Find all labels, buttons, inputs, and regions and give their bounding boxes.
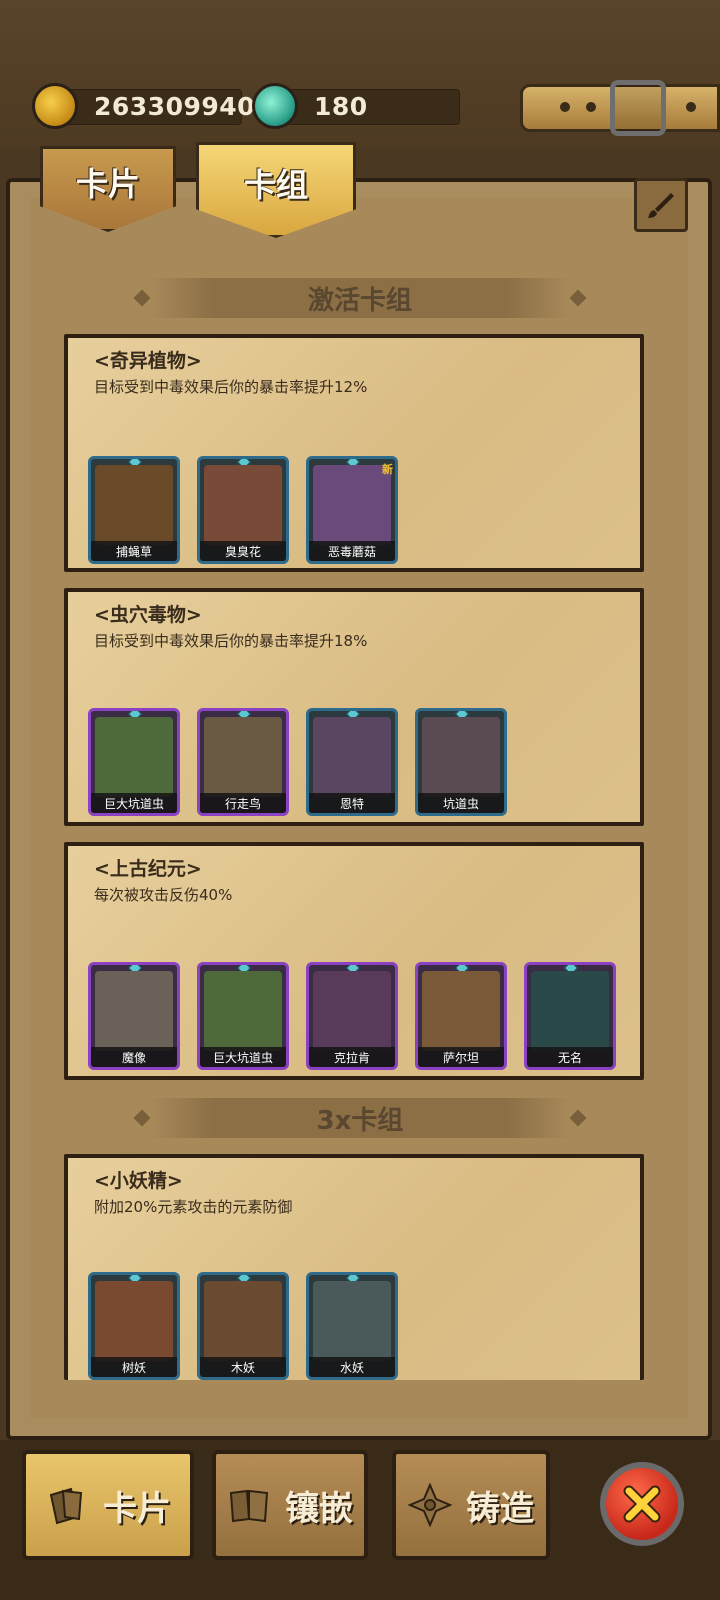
deck-panel: <小妖精> 附加20%元素攻击的元素防御 树妖 木妖 水妖 (64, 1154, 644, 1380)
close-x-icon (623, 1485, 661, 1523)
card-name: 克拉肯 (309, 1047, 395, 1067)
top-bar: 263309940 180 (0, 0, 720, 150)
card-art (95, 465, 173, 545)
belt-hole (686, 102, 696, 112)
deck-title: <奇异植物> (94, 350, 202, 372)
tab-cards-label: 卡片 (75, 165, 140, 203)
card[interactable]: 巨大坑道虫 (88, 708, 180, 816)
card[interactable]: 水妖 (306, 1272, 398, 1380)
card-art (204, 465, 282, 545)
gold-value: 263309940 (94, 91, 256, 121)
card[interactable]: 恩特 (306, 708, 398, 816)
deck-description: 每次被攻击反伤40% (94, 886, 233, 904)
card-name: 树妖 (91, 1357, 177, 1377)
deck-description: 目标受到中毒效果后你的暴击率提升12% (94, 378, 368, 396)
nav-forge-label: 铸造 (466, 1488, 534, 1529)
card[interactable]: 捕蝇草 (88, 456, 180, 564)
card-art (204, 1281, 282, 1361)
nav-forge-button[interactable]: 铸造 (392, 1450, 550, 1560)
card-row: 魔像 巨大坑道虫 克拉肯 萨尔坦 无名 (88, 962, 616, 1070)
card-art (95, 717, 173, 797)
deck-panel: <上古纪元> 每次被攻击反伤40% 魔像 巨大坑道虫 克拉肯 萨尔坦 无名 (64, 842, 644, 1080)
belt-decoration (490, 80, 720, 136)
nav-cards-button[interactable]: 卡片 (22, 1450, 194, 1560)
card-name: 巨大坑道虫 (200, 1047, 286, 1067)
card[interactable]: 巨大坑道虫 (197, 962, 289, 1070)
card-name: 捕蝇草 (91, 541, 177, 561)
card-art (313, 971, 391, 1051)
tab-decks-label: 卡组 (243, 166, 308, 204)
gem-value: 180 (314, 91, 368, 121)
card-name: 木妖 (200, 1357, 286, 1377)
card[interactable]: 行走鸟 (197, 708, 289, 816)
card-art (422, 971, 500, 1051)
card[interactable]: 魔像 (88, 962, 180, 1070)
card[interactable]: 新 恶毒蘑菇 (306, 456, 398, 564)
card[interactable]: 木妖 (197, 1272, 289, 1380)
card-art (204, 717, 282, 797)
section-triple-decks: 3x卡组 (133, 1098, 587, 1138)
card-name: 魔像 (91, 1047, 177, 1067)
section-triple-label: 3x卡组 (316, 1105, 404, 1136)
card-art (313, 465, 391, 545)
card-name: 萨尔坦 (418, 1047, 504, 1067)
belt-buckle (610, 80, 666, 136)
card-art (204, 971, 282, 1051)
card[interactable]: 树妖 (88, 1272, 180, 1380)
card-art (95, 1281, 173, 1361)
belt-hole (586, 102, 596, 112)
close-button[interactable] (600, 1462, 684, 1546)
card[interactable]: 臭臭花 (197, 456, 289, 564)
card-row: 巨大坑道虫 行走鸟 恩特 坑道虫 (88, 708, 507, 816)
card[interactable]: 坑道虫 (415, 708, 507, 816)
cards-icon (49, 1487, 83, 1525)
card-art (313, 1281, 391, 1361)
deck-title: <虫穴毒物> (94, 604, 202, 626)
deck-title: <小妖精> (94, 1170, 183, 1192)
section-active-label: 激活卡组 (307, 285, 412, 316)
gold-coin-icon (32, 83, 78, 129)
card-row: 捕蝇草 臭臭花 新 恶毒蘑菇 (88, 456, 398, 564)
card-name: 无名 (527, 1047, 613, 1067)
gold-resource: 263309940 (32, 83, 256, 129)
nav-cards-label: 卡片 (103, 1488, 171, 1529)
nav-inlay-label: 镶嵌 (285, 1488, 353, 1529)
nav-inlay-button[interactable]: 镶嵌 (212, 1450, 368, 1560)
card-name: 巨大坑道虫 (91, 793, 177, 813)
section-active-decks: 激活卡组 (133, 278, 587, 318)
belt-hole (560, 102, 570, 112)
deck-description: 目标受到中毒效果后你的暴击率提升18% (94, 632, 368, 650)
card-name: 恩特 (309, 793, 395, 813)
deck-panel: <奇异植物> 目标受到中毒效果后你的暴击率提升12% 捕蝇草 臭臭花 新 恶毒蘑… (64, 334, 644, 572)
inlay-book-icon (229, 1489, 269, 1523)
brush-icon (648, 193, 674, 218)
card[interactable]: 无名 (524, 962, 616, 1070)
card-row: 树妖 木妖 水妖 (88, 1272, 398, 1380)
card-name: 水妖 (309, 1357, 395, 1377)
card-name: 坑道虫 (418, 793, 504, 813)
card[interactable]: 萨尔坦 (415, 962, 507, 1070)
card-art (531, 971, 609, 1051)
new-badge: 新 (382, 463, 393, 476)
forge-cross-icon (408, 1483, 452, 1527)
deck-description: 附加20%元素攻击的元素防御 (94, 1198, 293, 1216)
card-name: 恶毒蘑菇 (309, 541, 395, 561)
crystal-gem-icon (252, 83, 298, 129)
card-name: 行走鸟 (200, 793, 286, 813)
gem-resource: 180 (252, 83, 460, 129)
card-name: 臭臭花 (200, 541, 286, 561)
deck-title: <上古纪元> (94, 858, 202, 880)
deck-panel: <虫穴毒物> 目标受到中毒效果后你的暴击率提升18% 巨大坑道虫 行走鸟 恩特 … (64, 588, 644, 826)
card[interactable]: 克拉肯 (306, 962, 398, 1070)
card-art (422, 717, 500, 797)
edit-button[interactable] (634, 178, 688, 232)
card-art (95, 971, 173, 1051)
card-art (313, 717, 391, 797)
